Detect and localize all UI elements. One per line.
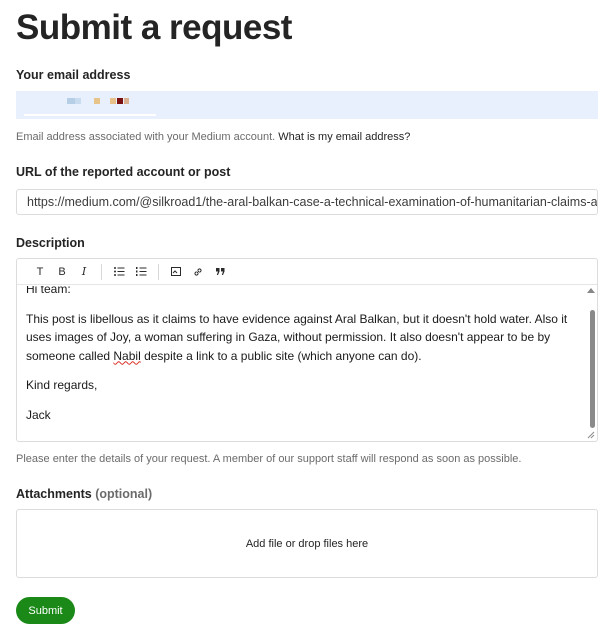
editor-paragraph: Kind regards, bbox=[26, 378, 98, 392]
link-button[interactable] bbox=[187, 262, 209, 282]
email-label: Your email address bbox=[16, 68, 131, 82]
redacted-block bbox=[124, 98, 129, 104]
link-icon bbox=[194, 267, 202, 276]
numbered-list-button[interactable] bbox=[130, 262, 152, 282]
email-help: Email address associated with your Mediu… bbox=[16, 131, 410, 143]
submit-button[interactable]: Submit bbox=[16, 597, 75, 624]
editor-content[interactable]: Hi team: This post is libellous as it cl… bbox=[17, 286, 585, 441]
toolbar-divider bbox=[158, 263, 159, 280]
request-form-page: Submit a request Your email address Emai… bbox=[0, 0, 613, 640]
toolbar-divider bbox=[101, 263, 102, 280]
email-help-link[interactable]: What is my email address? bbox=[278, 131, 410, 143]
url-label: URL of the reported account or post bbox=[16, 165, 231, 179]
resize-handle-icon[interactable] bbox=[587, 431, 595, 439]
editor-toolbar: T B I bbox=[17, 259, 597, 285]
description-label: Description bbox=[16, 236, 85, 250]
redacted-block bbox=[94, 98, 100, 104]
file-dropzone[interactable]: Add file or drop files here bbox=[16, 509, 598, 578]
scroll-up-arrow-icon[interactable] bbox=[587, 288, 595, 293]
bulleted-list-button[interactable] bbox=[108, 262, 130, 282]
redacted-line bbox=[24, 114, 156, 116]
scroll-thumb[interactable] bbox=[590, 310, 595, 428]
email-help-text: Email address associated with your Mediu… bbox=[16, 131, 276, 143]
numbered-list-icon bbox=[135, 267, 146, 276]
redacted-block bbox=[117, 98, 123, 104]
paragraph-text: despite a link to a public site (which a… bbox=[140, 348, 422, 363]
editor-paragraph: Hi team: bbox=[26, 286, 71, 296]
redacted-block bbox=[75, 98, 81, 104]
image-icon bbox=[171, 267, 181, 276]
redacted-block bbox=[110, 98, 116, 104]
bulleted-list-icon bbox=[113, 267, 124, 276]
attachments-label: Attachments (optional) bbox=[16, 487, 152, 501]
description-help: Please enter the details of your request… bbox=[16, 453, 522, 465]
editor-paragraph: Jack bbox=[26, 407, 51, 422]
bold-button[interactable]: B bbox=[51, 262, 73, 282]
redacted-block bbox=[67, 98, 75, 104]
editor-paragraph: This post is libellous as it claims to h… bbox=[26, 310, 577, 366]
optional-tag: (optional) bbox=[95, 487, 153, 501]
attachments-label-text: Attachments bbox=[16, 487, 92, 501]
quote-button[interactable] bbox=[209, 262, 231, 282]
editor-scrollbar[interactable] bbox=[585, 286, 597, 441]
image-button[interactable] bbox=[165, 262, 187, 282]
page-title: Submit a request bbox=[16, 8, 292, 47]
url-input[interactable]: https://medium.com/@silkroad1/the-aral-b… bbox=[16, 189, 598, 215]
italic-button[interactable]: I bbox=[73, 262, 95, 282]
email-field[interactable] bbox=[16, 91, 598, 119]
misspelled-word: Nabil bbox=[113, 348, 141, 363]
quote-icon bbox=[215, 268, 224, 275]
text-size-button[interactable]: T bbox=[29, 262, 51, 282]
description-editor[interactable]: T B I Hi team: This post is libellous as… bbox=[16, 258, 598, 442]
dropzone-text[interactable]: Add file or drop files here bbox=[246, 538, 368, 550]
